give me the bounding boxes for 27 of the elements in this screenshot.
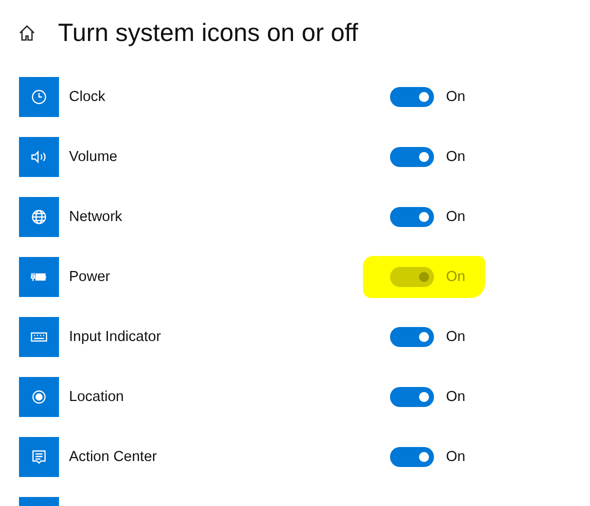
setting-label: Clock [69,89,106,105]
toggle-switch[interactable] [390,87,434,107]
setting-label: Location [69,389,125,405]
clock-icon [30,88,48,106]
toggle-switch[interactable] [390,447,434,467]
toggle-state: On [446,329,466,345]
toggle-state: On [446,449,466,465]
toggle-switch[interactable] [390,207,434,227]
setting-label: Volume [69,149,118,165]
toggle-switch[interactable] [390,387,434,407]
setting-label: Network [69,209,124,225]
home-icon[interactable] [18,24,36,42]
toggle-state: On [446,209,466,225]
toggle-state: On [446,269,466,285]
toggle-state: On [446,89,466,105]
toggle-switch[interactable] [390,327,434,347]
page-title: Turn system icons on or off [58,18,358,48]
message-icon [30,448,48,466]
toggle-state: On [446,389,466,405]
location-icon [30,388,48,406]
toggle-switch[interactable] [390,147,434,167]
setting-label: Action Center [69,449,158,465]
speaker-icon [30,148,48,166]
setting-label: Input Indicator [69,329,162,345]
globe-icon [30,208,48,226]
setting-label: Power [69,269,112,285]
toggle-state: On [446,149,466,165]
